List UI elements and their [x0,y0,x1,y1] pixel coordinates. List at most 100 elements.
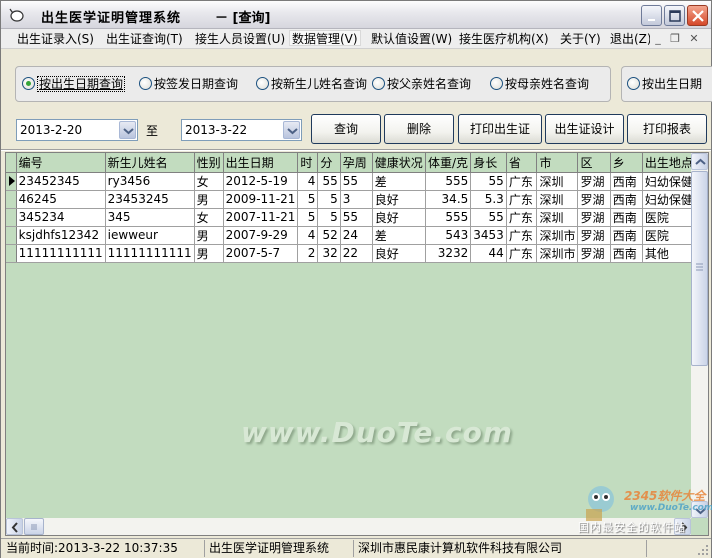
radio-by-mother-name[interactable]: 按母亲姓名查询 [490,76,589,92]
table-cell[interactable]: 广东 [506,190,538,209]
date-from-picker[interactable]: 2013-2-20 [16,119,138,141]
table-cell[interactable]: 罗湖 [577,172,611,191]
table-cell[interactable]: 543 [425,226,472,245]
table-cell[interactable]: 男 [194,190,224,209]
table-cell[interactable]: 差 [372,172,426,191]
table-cell[interactable]: 2007-11-21 [223,208,299,227]
table-cell[interactable]: 2007-9-29 [223,226,299,245]
table-cell[interactable]: 罗湖 [577,226,611,245]
table-cell[interactable]: 3453 [470,226,507,245]
radio-by-issue-date[interactable]: 按签发日期查询 [139,76,238,92]
menu-birth-cert-query[interactable]: 出生证查询(T) [104,31,185,47]
table-cell[interactable]: 55 [470,208,507,227]
menu-default-settings[interactable]: 默认值设置(W) [369,31,454,47]
row-indicator-cell[interactable] [6,226,17,245]
column-header[interactable]: 区 [577,153,611,173]
table-cell[interactable]: 罗湖 [577,244,611,263]
table-cell[interactable]: 4 [297,226,319,245]
row-indicator-cell[interactable] [6,208,17,227]
column-header[interactable]: 编号 [16,153,106,173]
table-cell[interactable]: 良好 [372,244,426,263]
row-indicator-cell[interactable] [6,172,17,191]
table-cell[interactable]: 345234 [16,208,106,227]
table-cell[interactable]: 5 [297,208,319,227]
table-cell[interactable]: 55 [340,172,373,191]
resize-grip-icon[interactable] [697,544,709,556]
table-cell[interactable]: 4 [297,172,319,191]
radio-by-father-name[interactable]: 按父亲姓名查询 [372,76,471,92]
table-cell[interactable]: 深圳 [536,172,579,191]
vertical-scroll-thumb[interactable] [691,171,708,366]
table-cell[interactable]: 深圳 [536,208,579,227]
table-cell[interactable]: 深圳市 [536,244,579,263]
print-cert-button[interactable]: 打印出生证 [458,114,542,144]
column-header[interactable]: 新生儿姓名 [105,153,195,173]
table-cell[interactable]: 广东 [506,226,538,245]
table-cell[interactable]: 5 [317,190,341,209]
table-row[interactable]: ksjdhfs12342 iewweur 男 2007-9-29 4 52 24 差 543 34… [6,226,708,245]
menu-midwife-settings[interactable]: 接生人员设置(U) [193,31,287,47]
scroll-left-button[interactable] [6,518,23,535]
table-cell[interactable]: 23453245 [105,190,195,209]
table-cell[interactable]: 555 [425,172,472,191]
table-cell[interactable]: 34.5 [425,190,472,209]
menu-data-management[interactable]: 数据管理(V) [289,30,361,46]
vertical-scrollbar[interactable] [691,153,708,518]
table-cell[interactable]: 5.3 [470,190,507,209]
row-indicator-cell[interactable] [6,190,17,209]
table-cell[interactable]: 女 [194,172,224,191]
table-cell[interactable]: 2012-5-19 [223,172,299,191]
date-from-dropdown-button[interactable] [119,121,136,139]
column-header[interactable]: 时 [297,153,319,173]
column-header[interactable]: 省 [506,153,538,173]
column-header[interactable]: 身长 [470,153,507,173]
query-button[interactable]: 查询 [311,114,381,144]
table-row[interactable]: 345234 345 女 2007-11-21 5 5 55 良好 555 55 广东 深圳 罗湖 西南医… [6,208,708,227]
table-cell[interactable]: 46245 [16,190,106,209]
table-cell[interactable]: 罗湖 [577,190,611,209]
column-header[interactable]: 分 [317,153,341,173]
radio-by-newborn-name[interactable]: 按新生儿姓名查询 [256,76,367,92]
radio-by-birth-date[interactable]: 按出生日期查询 [22,76,126,92]
print-report-button[interactable]: 打印报表 [627,114,707,144]
table-cell[interactable]: 22 [340,244,373,263]
table-cell[interactable]: 良好 [372,208,426,227]
table-cell[interactable]: 深圳市 [536,226,579,245]
table-cell[interactable]: 23452345 [16,172,106,191]
mdi-restore-icon[interactable]: ❐ [668,32,682,46]
table-cell[interactable]: 男 [194,244,224,263]
table-cell[interactable]: 3 [340,190,373,209]
table-cell[interactable]: 广东 [506,172,538,191]
table-cell[interactable]: 广东 [506,208,538,227]
menu-birth-cert-entry[interactable]: 出生证录入(S) [15,31,96,47]
table-cell[interactable]: 2007-5-7 [223,244,299,263]
maximize-button[interactable] [664,5,685,26]
table-cell[interactable]: 广东 [506,244,538,263]
table-cell[interactable]: 西南 [610,226,643,245]
menu-about[interactable]: 关于(Y) [558,31,603,47]
table-cell[interactable]: 2 [297,244,319,263]
column-header[interactable]: 健康状况 [372,153,426,173]
column-header[interactable]: 孕周 [340,153,373,173]
date-to-dropdown-button[interactable] [283,121,300,139]
delete-button[interactable]: 删除 [384,114,454,144]
table-cell[interactable]: ksjdhfs12342 [16,226,106,245]
row-indicator-cell[interactable] [6,244,17,263]
table-cell[interactable]: 55 [340,208,373,227]
table-cell[interactable]: 11111111111 [105,244,195,263]
table-row[interactable]: 11111111111 11111111111 男 2007-5-7 2 32 22 良好 32… [6,244,708,263]
table-cell[interactable]: 差 [372,226,426,245]
table-cell[interactable]: 3232 [425,244,472,263]
table-cell[interactable]: 5 [317,208,341,227]
table-row[interactable]: 23452345 ry3456 女 2012-5-19 4 55 55 差 555 55 广东 深圳罗… [6,172,708,191]
table-cell[interactable]: 52 [317,226,341,245]
table-cell[interactable]: 44 [470,244,507,263]
table-cell[interactable]: 2009-11-21 [223,190,299,209]
table-cell[interactable]: 11111111111 [16,244,106,263]
scroll-up-button[interactable] [691,153,708,170]
cert-design-button[interactable]: 出生证设计 [545,114,624,144]
table-cell[interactable]: 深圳 [536,190,579,209]
table-cell[interactable]: 西南 [610,172,643,191]
table-cell[interactable]: iewweur [105,226,195,245]
table-cell[interactable]: ry3456 [105,172,195,191]
